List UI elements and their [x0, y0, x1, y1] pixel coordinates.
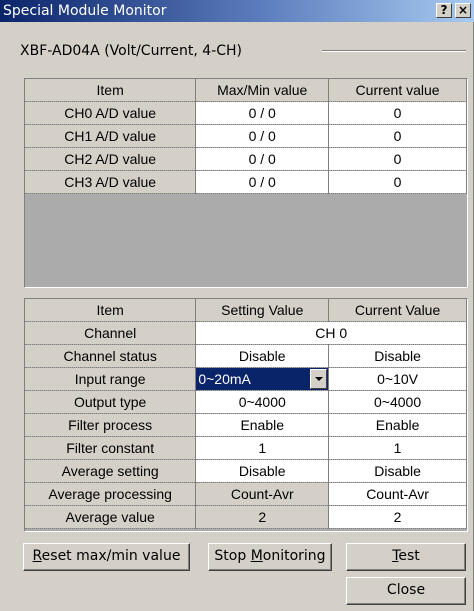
current-cell: 0	[328, 101, 467, 125]
monitor-header-row: Item Max/Min value Current value	[25, 79, 467, 102]
close-window-button[interactable]: ×	[455, 3, 471, 18]
current-cell: Count-Avr	[328, 482, 467, 506]
row-label: Output type	[25, 390, 197, 414]
channel-select-cell[interactable]: CH 0	[195, 321, 467, 345]
separator-line	[322, 50, 466, 52]
row-label: Input range	[25, 367, 197, 391]
input-range-dropdown[interactable]: 0~20mA	[195, 367, 330, 391]
table-row: CH0 A/D value 0 / 0 0	[25, 101, 467, 125]
button-label-part: Stop	[214, 548, 251, 564]
col-header-setting: Setting Value	[195, 299, 330, 322]
table-row: Average value 2 2	[25, 505, 467, 529]
current-cell: 0~4000	[328, 390, 467, 414]
chevron-down-icon[interactable]	[310, 369, 328, 389]
col-header-maxmin: Max/Min value	[195, 79, 330, 102]
setting-cell: Count-Avr	[195, 482, 330, 506]
button-label-part: eset max/min value	[41, 548, 181, 564]
monitor-table: Item Max/Min value Current value CH0 A/D…	[25, 79, 467, 194]
row-label: Filter constant	[25, 436, 197, 460]
current-cell: 0	[328, 147, 467, 171]
maxmin-cell: 0 / 0	[195, 124, 330, 148]
reset-max-min-button[interactable]: Reset max/min value	[23, 543, 190, 571]
table-row: CH3 A/D value 0 / 0 0	[25, 170, 467, 194]
close-button[interactable]: Close	[346, 577, 466, 605]
settings-header-row: Item Setting Value Current Value	[25, 299, 467, 322]
row-label: Average processing	[25, 482, 197, 506]
settings-grid: Item Setting Value Current Value Channel…	[24, 298, 468, 532]
test-button[interactable]: Test	[346, 543, 466, 571]
mnemonic-letter: R	[32, 548, 42, 564]
channel-row: Channel CH 0	[25, 321, 467, 345]
table-row: Filter constant 1 1	[25, 436, 467, 460]
table-row: CH2 A/D value 0 / 0 0	[25, 147, 467, 171]
current-cell: 0~10V	[328, 367, 467, 391]
row-label: Channel status	[25, 344, 197, 368]
col-header-item: Item	[25, 79, 197, 102]
row-label: CH3 A/D value	[25, 170, 197, 194]
window-title: Special Module Monitor	[3, 3, 167, 19]
setting-cell[interactable]: 0~4000	[195, 390, 330, 414]
row-label: Channel	[25, 321, 197, 345]
table-row: Channel status Disable Disable	[25, 344, 467, 368]
setting-cell[interactable]: Disable	[195, 459, 330, 483]
setting-cell: 2	[195, 505, 330, 529]
col-header-current: Current value	[328, 79, 467, 102]
col-header-current: Current Value	[328, 299, 467, 322]
setting-cell[interactable]: Enable	[195, 413, 330, 437]
mnemonic-letter: M	[250, 548, 263, 564]
table-row: Input range 0~20mA 0~10V	[25, 367, 467, 391]
table-row: Average setting Disable Disable	[25, 459, 467, 483]
maxmin-cell: 0 / 0	[195, 147, 330, 171]
button-label-part: onitoring	[262, 548, 326, 564]
row-label: CH0 A/D value	[25, 101, 197, 125]
dialog-window: Special Module Monitor ? × XBF-AD04A (Vo…	[0, 0, 474, 611]
dropdown-value: 0~20mA	[198, 371, 251, 387]
current-cell: Disable	[328, 459, 467, 483]
stop-monitoring-button[interactable]: Stop Monitoring	[208, 543, 332, 571]
setting-cell[interactable]: 1	[195, 436, 330, 460]
col-header-item: Item	[25, 299, 197, 322]
current-cell: Enable	[328, 413, 467, 437]
monitor-grid: Item Max/Min value Current value CH0 A/D…	[24, 78, 468, 288]
maxmin-cell: 0 / 0	[195, 170, 330, 194]
title-bar[interactable]: Special Module Monitor ? ×	[0, 0, 474, 22]
table-row: CH1 A/D value 0 / 0 0	[25, 124, 467, 148]
current-cell: 1	[328, 436, 467, 460]
table-row: Average processing Count-Avr Count-Avr	[25, 482, 467, 506]
row-label: CH2 A/D value	[25, 147, 197, 171]
current-cell: 0	[328, 124, 467, 148]
row-label: Filter process	[25, 413, 197, 437]
setting-cell[interactable]: Disable	[195, 344, 330, 368]
settings-table: Item Setting Value Current Value Channel…	[25, 299, 467, 529]
current-cell: Disable	[328, 344, 467, 368]
button-label-part: est	[398, 548, 420, 564]
current-cell: 0	[328, 170, 467, 194]
table-row: Filter process Enable Enable	[25, 413, 467, 437]
row-label: CH1 A/D value	[25, 124, 197, 148]
module-label: XBF-AD04A (Volt/Current, 4-CH)	[20, 43, 243, 59]
help-button[interactable]: ?	[436, 3, 452, 18]
maxmin-cell: 0 / 0	[195, 101, 330, 125]
row-label: Average setting	[25, 459, 197, 483]
table-row: Output type 0~4000 0~4000	[25, 390, 467, 414]
current-cell: 2	[328, 505, 467, 529]
row-label: Average value	[25, 505, 197, 529]
